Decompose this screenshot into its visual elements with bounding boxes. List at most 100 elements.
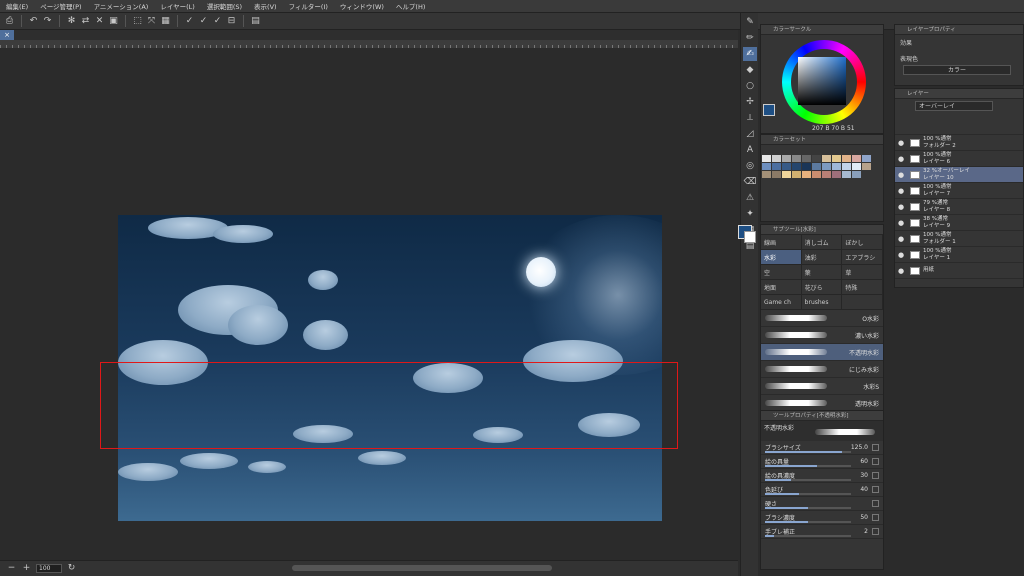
- color-swatch[interactable]: [822, 163, 831, 170]
- property-value[interactable]: 40: [842, 486, 868, 493]
- canvas-area[interactable]: [0, 48, 738, 560]
- fill-icon[interactable]: ▣: [108, 16, 119, 27]
- layer-row[interactable]: ● 100 %通常 レイヤー 7: [895, 183, 1023, 199]
- menu-item[interactable]: 編集(E): [0, 1, 34, 11]
- print-icon[interactable]: ⎙: [4, 16, 15, 27]
- layer-row[interactable]: ● 100 %通常 フォルダー 2: [895, 135, 1023, 151]
- eye-icon[interactable]: ●: [895, 235, 907, 243]
- menu-item[interactable]: アニメーション(A): [88, 1, 155, 11]
- color-swatch[interactable]: [792, 163, 801, 170]
- color-swatch[interactable]: [832, 171, 841, 178]
- eraser-tool-icon[interactable]: ⌫: [743, 175, 757, 189]
- color-swatch[interactable]: [812, 155, 821, 162]
- sub-color-swatch[interactable]: [744, 231, 756, 243]
- layer-row[interactable]: ● 32 %オーバーレイ レイヤー 10: [895, 167, 1023, 183]
- property-row[interactable]: ブラシ濃度 50: [761, 511, 883, 525]
- figure-tool-icon[interactable]: ✦: [743, 207, 757, 221]
- clear-icon[interactable]: ⬚: [132, 16, 143, 27]
- transform-icon[interactable]: ⤧: [146, 16, 157, 27]
- subtool-button[interactable]: 花びら: [802, 280, 843, 294]
- eye-icon[interactable]: ●: [895, 219, 907, 227]
- brush-item[interactable]: 不透明水彩: [761, 344, 883, 361]
- menu-item[interactable]: ウィンドウ(W): [334, 1, 390, 11]
- redo-icon[interactable]: ↷: [42, 16, 53, 27]
- eye-icon[interactable]: ●: [895, 187, 907, 195]
- eyedropper-tool-icon[interactable]: ◿: [743, 127, 757, 141]
- color-swatch[interactable]: [862, 163, 871, 170]
- close-icon[interactable]: ×: [0, 30, 14, 40]
- delete-icon[interactable]: ✕: [94, 16, 105, 27]
- subtool-button[interactable]: 空: [761, 265, 802, 279]
- color-swatch[interactable]: [852, 171, 861, 178]
- menu-item[interactable]: ヘルプ(H): [390, 1, 431, 11]
- property-row[interactable]: 絵の具量 60: [761, 455, 883, 469]
- property-row[interactable]: 絵の具濃度 30: [761, 469, 883, 483]
- color-swatch[interactable]: [792, 155, 801, 162]
- zoom-field[interactable]: 100: [36, 564, 62, 573]
- eye-icon[interactable]: ●: [895, 203, 907, 211]
- property-slider[interactable]: [765, 535, 851, 537]
- eye-icon[interactable]: ●: [895, 171, 907, 179]
- brush-item[interactable]: にじみ水彩: [761, 361, 883, 378]
- subtool-button[interactable]: ぼかし: [842, 235, 884, 249]
- subtool-button[interactable]: 草: [842, 265, 884, 279]
- color-saturation-square[interactable]: [798, 57, 846, 105]
- menu-item[interactable]: フィルター(I): [283, 1, 334, 11]
- subtool-button[interactable]: 葉: [802, 265, 843, 279]
- color-swatch[interactable]: [802, 155, 811, 162]
- color-swatch[interactable]: [822, 155, 831, 162]
- property-row[interactable]: 色延び 40: [761, 483, 883, 497]
- text-tool-icon[interactable]: A: [743, 143, 757, 157]
- selection-tool-icon[interactable]: ○: [743, 79, 757, 93]
- menu-item[interactable]: 表示(V): [248, 1, 283, 11]
- color-swatch[interactable]: [832, 163, 841, 170]
- subtool-button[interactable]: [842, 295, 884, 309]
- property-toggle[interactable]: [872, 514, 879, 521]
- layer-row[interactable]: ● 38 %通常 レイヤー 9: [895, 215, 1023, 231]
- color-swatch[interactable]: [802, 163, 811, 170]
- select-tool-icon[interactable]: ⟂: [743, 111, 757, 125]
- settings-icon[interactable]: ✻: [66, 16, 77, 27]
- color-swatch[interactable]: [832, 155, 841, 162]
- current-color-swatch[interactable]: [763, 104, 775, 116]
- zoom-in-icon[interactable]: +: [21, 563, 32, 574]
- color-mode-select[interactable]: カラー: [903, 65, 1011, 75]
- property-slider[interactable]: [765, 465, 851, 467]
- correction-tool-icon[interactable]: ◎: [743, 159, 757, 173]
- eye-icon[interactable]: ●: [895, 251, 907, 259]
- fill-tool-icon[interactable]: ⚠: [743, 191, 757, 205]
- check-icon[interactable]: ✓: [212, 16, 223, 27]
- property-value[interactable]: 2: [842, 528, 868, 535]
- property-slider[interactable]: [765, 493, 851, 495]
- move-tool-icon[interactable]: ✢: [743, 95, 757, 109]
- layer-row[interactable]: ● 100 %通常 レイヤー 1: [895, 247, 1023, 263]
- property-slider[interactable]: [765, 479, 851, 481]
- airbrush-tool-icon[interactable]: ◆: [743, 63, 757, 77]
- property-toggle[interactable]: [872, 500, 879, 507]
- property-toggle[interactable]: [872, 444, 879, 451]
- menu-item[interactable]: 選択範囲(S): [201, 1, 248, 11]
- property-value[interactable]: 60: [842, 458, 868, 465]
- menu-item[interactable]: ページ管理(P): [34, 1, 87, 11]
- ruler-icon[interactable]: ⊟: [226, 16, 237, 27]
- brush-tool-icon[interactable]: ✍: [743, 47, 757, 61]
- property-slider[interactable]: [765, 521, 851, 523]
- color-swatch[interactable]: [842, 163, 851, 170]
- color-swatch[interactable]: [862, 155, 871, 162]
- color-swatch[interactable]: [772, 155, 781, 162]
- layer-row[interactable]: ● 100 %通常 フォルダー 1: [895, 231, 1023, 247]
- zoom-out-icon[interactable]: −: [6, 563, 17, 574]
- property-toggle[interactable]: [872, 472, 879, 479]
- blend-mode-select[interactable]: オーバーレイ: [915, 101, 993, 111]
- horizontal-scrollbar[interactable]: [292, 565, 552, 571]
- color-swatch[interactable]: [762, 163, 771, 170]
- property-value[interactable]: 50: [842, 514, 868, 521]
- transfer-icon[interactable]: ⇄: [80, 16, 91, 27]
- color-swatch[interactable]: [762, 171, 771, 178]
- menu-item[interactable]: レイヤー(L): [154, 1, 201, 11]
- eye-icon[interactable]: ●: [895, 139, 907, 147]
- color-swatch[interactable]: [812, 163, 821, 170]
- brush-item[interactable]: 濃い水彩: [761, 327, 883, 344]
- color-swatch[interactable]: [812, 171, 821, 178]
- color-swatch[interactable]: [842, 171, 851, 178]
